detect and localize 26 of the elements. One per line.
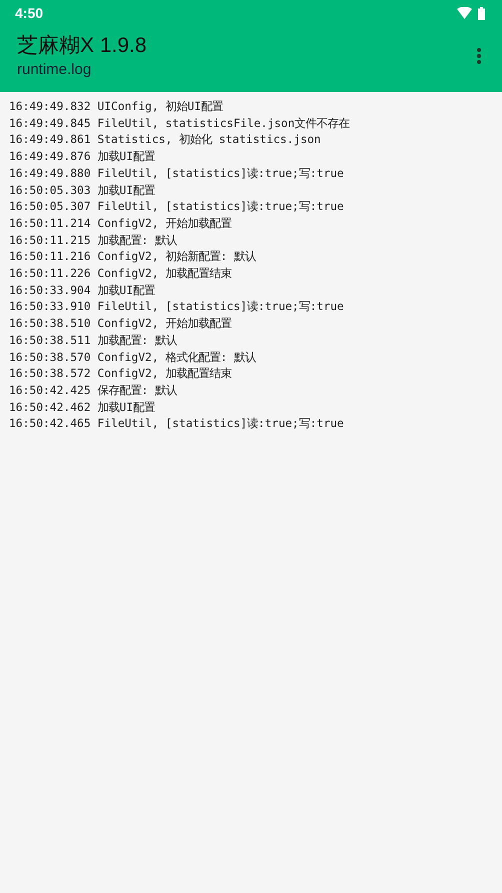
log-line: 16:50:11.226 ConfigV2, 加载配置结束 xyxy=(9,266,232,282)
log-line: 16:50:05.307 FileUtil, [statistics]读:true;写:true xyxy=(9,199,345,216)
log-line: 16:49:49.832 UIConfig, 初始UI配置 xyxy=(9,99,224,115)
wifi-icon xyxy=(457,7,472,19)
file-name: runtime.log xyxy=(17,60,92,80)
log-line: 16:50:38.510 ConfigV2, 开始加载配置 xyxy=(9,316,232,332)
log-line: 16:49:49.880 FileUtil, [statistics]读:true;写:true xyxy=(9,166,345,182)
log-line: 16:50:42.462 加载UI配置 xyxy=(9,400,156,416)
log-line: 16:50:33.904 加载UI配置 xyxy=(9,282,156,299)
more-options-icon[interactable] xyxy=(476,47,482,65)
log-line: 16:49:49.861 Statistics, 初始化 statistics.json xyxy=(9,132,322,148)
app-title: 芝麻糊X 1.9.8 xyxy=(17,33,147,59)
log-line: 16:50:38.511 加载配置: 默认 xyxy=(9,332,178,349)
log-line: 16:50:38.570 ConfigV2, 格式化配置: 默认 xyxy=(9,350,258,366)
log-line: 16:50:11.215 加载配置: 默认 xyxy=(9,232,178,249)
log-line: 16:50:33.910 FileUtil, [statistics]读:true;写:true xyxy=(9,299,345,316)
log-line: 16:49:49.845 FileUtil, statisticsFile.json文件不存在 xyxy=(9,116,351,132)
log-line: 16:49:49.876 加载UI配置 xyxy=(9,149,156,166)
log-line: 16:50:42.425 保存配置: 默认 xyxy=(9,382,178,399)
log-line: 16:50:05.303 加载UI配置 xyxy=(9,182,156,199)
log-line: 16:50:42.465 FileUtil, [statistics]读:true;写:true xyxy=(9,416,345,432)
log-line: 16:50:11.214 ConfigV2, 开始加载配置 xyxy=(9,216,232,232)
battery-icon xyxy=(478,6,485,20)
status-time: 4:50 xyxy=(15,5,44,21)
log-line: 16:50:11.216 ConfigV2, 初始新配置: 默认 xyxy=(9,249,258,266)
log-line: 16:50:38.572 ConfigV2, 加载配置结束 xyxy=(9,366,232,382)
